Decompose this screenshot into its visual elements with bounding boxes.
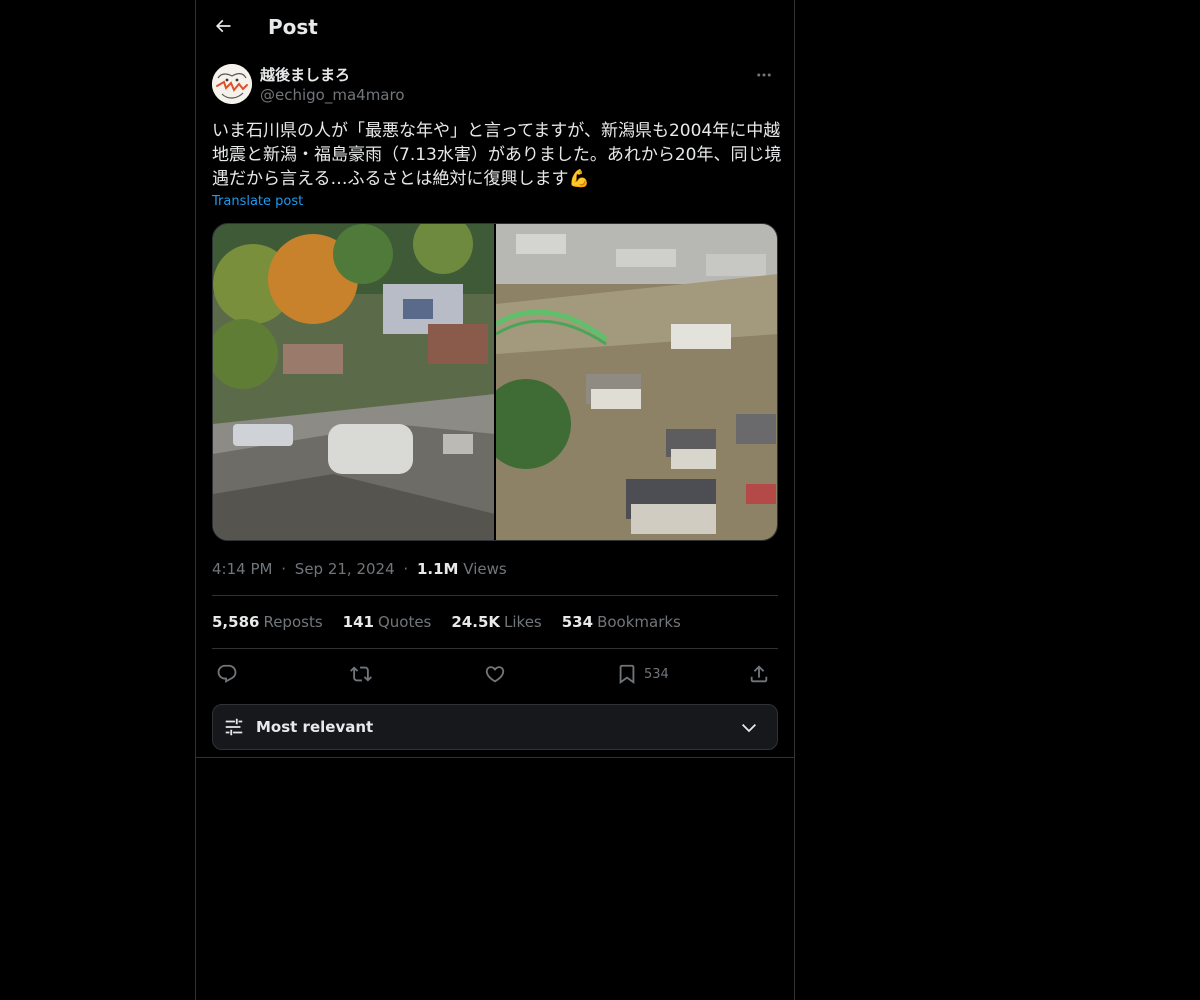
page-title: Post bbox=[268, 15, 318, 39]
bookmark-count: 534 bbox=[644, 666, 669, 682]
repost-icon bbox=[350, 666, 372, 682]
bookmarks-stat[interactable]: 534 Bookmarks bbox=[562, 611, 681, 635]
translate-post-link[interactable]: Translate post bbox=[212, 193, 303, 211]
quotes-stat[interactable]: 141 Quotes bbox=[343, 611, 432, 635]
bookmark-icon bbox=[619, 664, 635, 685]
quotes-label: Quotes bbox=[377, 613, 432, 631]
reposts-stat[interactable]: 5,586 Reposts bbox=[212, 611, 323, 635]
divider bbox=[196, 757, 794, 758]
earthquake-photo bbox=[213, 224, 494, 540]
divider bbox=[212, 595, 778, 596]
quotes-count: 141 bbox=[342, 613, 374, 631]
page-header: Post bbox=[196, 0, 794, 54]
post-text: いま石川県の人が「最悪な年や」と言ってますが、新潟県も2004年に中越地震と新潟… bbox=[212, 121, 782, 189]
post-author: 越後ましまろ @echigo_ma4maro bbox=[212, 64, 778, 108]
more-options-button[interactable] bbox=[750, 64, 778, 86]
post-meta: 4:14 PM · Sep 21, 2024 · 1.1M Views bbox=[212, 559, 507, 579]
reposts-count: 5,586 bbox=[212, 613, 260, 631]
display-name[interactable]: 越後ましまろ bbox=[260, 65, 350, 85]
views-label: Views bbox=[463, 560, 507, 578]
share-button[interactable] bbox=[748, 659, 770, 689]
sliders-icon bbox=[225, 718, 243, 736]
reply-icon bbox=[217, 664, 237, 683]
divider bbox=[212, 648, 778, 649]
share-icon bbox=[750, 665, 768, 683]
post-date[interactable]: Sep 21, 2024 bbox=[295, 560, 395, 578]
likes-stat[interactable]: 24.5K Likes bbox=[451, 611, 541, 635]
avatar-illustration bbox=[212, 64, 252, 104]
likes-count: 24.5K bbox=[451, 613, 501, 631]
views-count: 1.1M bbox=[416, 560, 459, 578]
user-handle[interactable]: @echigo_ma4maro bbox=[260, 85, 405, 105]
post-time[interactable]: 4:14 PM bbox=[212, 560, 272, 578]
reposts-label: Reposts bbox=[263, 613, 323, 631]
action-bar: 534 bbox=[212, 659, 778, 689]
meta-separator: · bbox=[281, 560, 287, 578]
repost-button[interactable] bbox=[350, 659, 372, 689]
heart-icon bbox=[485, 666, 505, 683]
reply-button[interactable] bbox=[216, 659, 238, 689]
bookmark-button[interactable]: 534 bbox=[616, 659, 669, 689]
media-image-earthquake[interactable] bbox=[213, 224, 494, 540]
chevron-down-icon bbox=[741, 723, 757, 733]
arrow-left-icon bbox=[215, 19, 231, 33]
post-media bbox=[212, 223, 778, 541]
avatar[interactable] bbox=[212, 64, 252, 104]
flood-photo bbox=[496, 224, 777, 540]
bookmarks-count: 534 bbox=[561, 613, 594, 631]
likes-label: Likes bbox=[504, 613, 542, 631]
back-button[interactable] bbox=[206, 9, 240, 43]
post-stats: 5,586 Reposts 141 Quotes 24.5K Likes 534 Boo… bbox=[212, 611, 778, 635]
media-image-flood[interactable] bbox=[496, 224, 777, 540]
sort-replies-dropdown[interactable]: Most relevant bbox=[212, 704, 778, 750]
more-horizontal-icon bbox=[757, 73, 771, 77]
meta-separator: · bbox=[403, 560, 409, 578]
sort-label: Most relevant bbox=[256, 718, 374, 736]
bookmarks-label: Bookmarks bbox=[597, 613, 681, 631]
like-button[interactable] bbox=[484, 659, 506, 689]
primary-column: Post 越後ましまろ @echigo_ma4maro いま石川県の人が「最悪な… bbox=[195, 0, 795, 1000]
